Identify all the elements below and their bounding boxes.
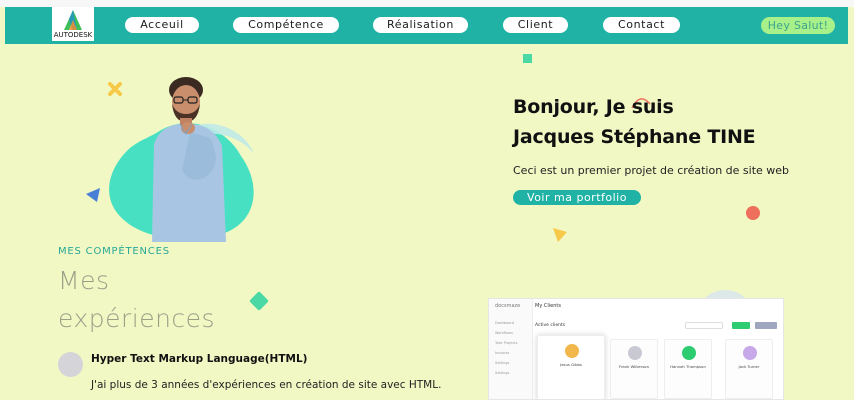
client-card: Jesus Gibbs (537, 335, 605, 399)
dashboard-subheader: Active clients (535, 323, 566, 328)
dashboard-nav-item: Workflows (495, 331, 513, 335)
client-card: Frank Wilkerson (610, 339, 658, 399)
logo-text: AUTODESK (53, 31, 93, 39)
dashboard-mockup: docsmaze Dashboard Workflows Task Projec… (488, 298, 784, 400)
cross-shape-icon (108, 82, 122, 96)
autodesk-logo-icon (64, 10, 82, 30)
square-shape-icon (523, 54, 532, 63)
client-avatar (682, 346, 696, 360)
dashboard-filter-button (755, 322, 777, 329)
client-card: Hannah Thompson (664, 339, 712, 399)
view-portfolio-button[interactable]: Voir ma portfolio (513, 190, 641, 205)
browser-top-strip (0, 0, 854, 7)
skills-eyebrow: MES COMPÉTENCES (58, 246, 170, 257)
client-name: Frank Wilkerson (618, 364, 650, 369)
hero-subtitle: Ceci est un premier projet de création d… (513, 164, 790, 177)
skills-title-line1: Mes (58, 266, 110, 295)
nav-item-contact[interactable]: Contact (603, 17, 680, 33)
dashboard-nav-item: Dashboard (495, 321, 514, 325)
client-name: Jesus Gibbs (560, 362, 582, 367)
autodesk-logo[interactable]: AUTODESK (52, 7, 94, 41)
hey-salut-button[interactable]: Hey Salut! (761, 17, 835, 34)
dashboard-nav-item: Settings (495, 361, 510, 365)
skill-avatar (58, 352, 83, 377)
dashboard-sidebar: docsmaze Dashboard Workflows Task Projec… (489, 299, 533, 399)
client-avatar (628, 346, 642, 360)
client-avatar (743, 346, 757, 360)
dashboard-logo: docsmaze (495, 303, 521, 309)
skills-title-line2: expériences (58, 304, 216, 333)
dashboard-search-input (685, 322, 723, 329)
person-photo (152, 77, 226, 242)
dashboard-nav-item: Invoices (495, 351, 510, 355)
hero-title: Bonjour, Je suis Jacques Stéphane TINE (513, 92, 756, 152)
client-name: Hannah Thompson (670, 364, 706, 369)
nav-item-realisation[interactable]: Réalisation (373, 17, 468, 33)
dashboard-nav-item: Task Projects (495, 341, 518, 345)
nav-item-competence[interactable]: Compétence (233, 17, 339, 33)
triangle-shape-icon (553, 228, 567, 242)
dashboard-add-button (732, 322, 750, 329)
circle-shape-icon (746, 206, 760, 220)
nav-item-acceuil[interactable]: Acceuil (125, 17, 199, 33)
skill-description: J'ai plus de 3 années d'expériences en c… (91, 379, 442, 391)
client-avatar (565, 344, 579, 358)
hero-title-line2: Jacques Stéphane TINE (513, 126, 756, 148)
hero-title-line1: Bonjour, Je suis (513, 96, 674, 118)
skill-name: Hyper Text Markup Language(HTML) (91, 353, 308, 365)
dashboard-header: My Clients (535, 303, 561, 309)
dashboard-nav-item: Settings (495, 371, 510, 375)
client-name: Jack Turner (738, 364, 760, 369)
client-card: Jack Turner (725, 339, 773, 399)
skills-title: Mes expériences (58, 262, 258, 338)
nav-item-client[interactable]: Client (503, 17, 568, 33)
